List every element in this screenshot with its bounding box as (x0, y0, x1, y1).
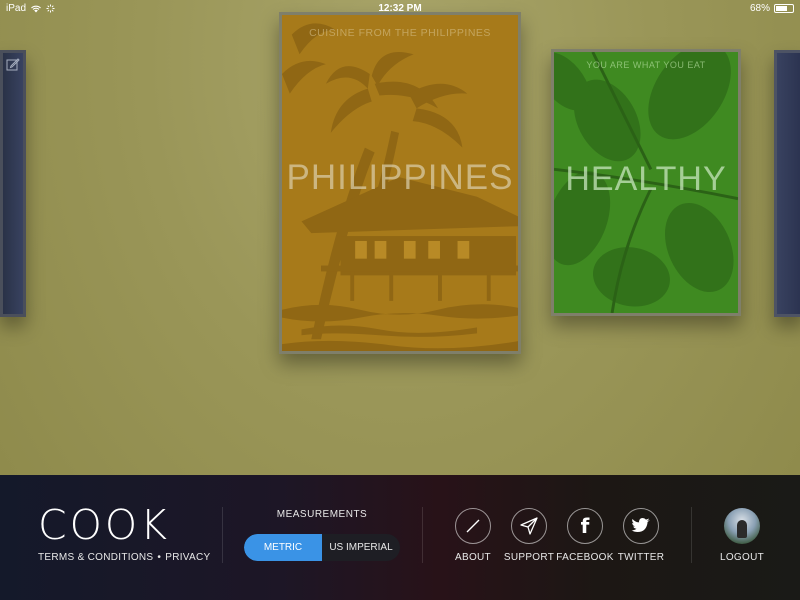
book-right-partial[interactable] (774, 50, 800, 317)
paper-plane-icon (520, 517, 538, 535)
support-item[interactable]: SUPPORT (499, 508, 559, 563)
battery-fill (776, 5, 787, 11)
measurements-label: MEASUREMENTS (276, 509, 368, 520)
support-label: SUPPORT (503, 552, 555, 563)
book-philippines[interactable]: CUISINE FROM THE PHILIPPINES PHILIPPINES (279, 12, 521, 354)
device-name: iPad (6, 2, 27, 14)
bottom-panel: COOK TERMS & CONDITIONS • PRIVACY MEASUR… (0, 475, 800, 600)
book-healthy[interactable]: YOU ARE WHAT YOU EAT HEALTHY (551, 49, 741, 316)
book-philippines-title: PHILIPPINES (286, 158, 514, 197)
facebook-item[interactable]: f FACEBOOK (555, 508, 615, 563)
legal-links: TERMS & CONDITIONS • PRIVACY (38, 552, 210, 563)
activity-icon (46, 4, 55, 12)
status-bar: iPad 12:32 PM 68% (0, 0, 800, 16)
about-button[interactable] (455, 508, 491, 544)
logout-label[interactable]: LOGOUT (720, 552, 764, 563)
us-imperial-option[interactable]: US IMPERIAL (322, 534, 400, 561)
book-philippines-subtitle: CUISINE FROM THE PHILIPPINES (309, 27, 491, 39)
support-button[interactable] (511, 508, 547, 544)
facebook-button[interactable]: f (567, 508, 603, 544)
facebook-label: FACEBOOK (556, 552, 614, 563)
book-left-partial[interactable] (0, 50, 26, 317)
app-logo-text: COOK (38, 501, 171, 549)
edit-icon[interactable] (6, 57, 20, 71)
divider (422, 507, 423, 563)
about-label: ABOUT (455, 552, 491, 563)
measurements-toggle: METRIC US IMPERIAL (244, 534, 400, 561)
battery-percent: 68% (749, 2, 770, 14)
user-avatar[interactable] (724, 508, 760, 544)
twitter-item[interactable]: TWITTER (611, 508, 671, 563)
terms-link[interactable]: TERMS & CONDITIONS (38, 552, 153, 563)
book-healthy-subtitle: YOU ARE WHAT YOU EAT (586, 60, 706, 70)
about-item[interactable]: ABOUT (443, 508, 503, 563)
logout-item[interactable]: LOGOUT (712, 508, 772, 563)
status-left: iPad (6, 3, 146, 14)
wifi-icon (31, 5, 41, 12)
brand-block: COOK TERMS & CONDITIONS • PRIVACY (38, 501, 210, 564)
facebook-icon: f (580, 514, 590, 538)
twitter-button[interactable] (623, 508, 659, 544)
status-right: 68% (654, 3, 794, 14)
separator-dot: • (157, 552, 162, 563)
book-healthy-title: HEALTHY (565, 160, 727, 198)
twitter-bird-icon (631, 518, 650, 532)
privacy-link[interactable]: PRIVACY (165, 552, 210, 563)
measurements-control: MEASUREMENTS METRIC US IMPERIAL (244, 509, 400, 561)
status-time: 12:32 PM (378, 2, 422, 14)
twitter-label: TWITTER (617, 552, 665, 563)
divider (222, 507, 223, 563)
battery-icon (774, 3, 794, 13)
avatar-photo-figure (737, 520, 747, 538)
metric-option[interactable]: METRIC (244, 534, 322, 561)
divider (691, 507, 692, 563)
compass-icon (466, 519, 480, 533)
